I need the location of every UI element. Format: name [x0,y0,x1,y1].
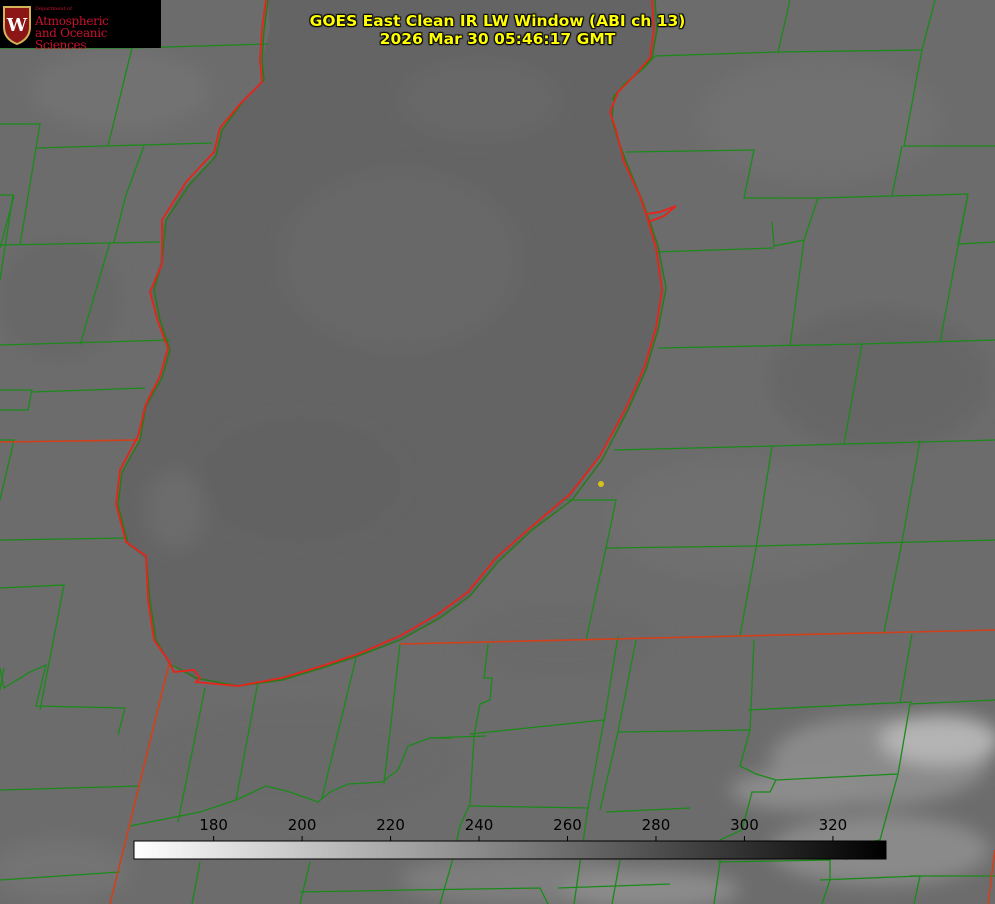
colorbar-tick-label: 300 [730,816,759,834]
aos-logo: W Department of Atmospheric and Oceanic … [0,0,161,52]
uw-seal-icon: W [3,6,31,45]
svg-text:W: W [6,15,28,36]
satellite-image-viewer: 180 200 220 240 260 280 300 320 W Department of… [0,0,995,904]
colorbar-tick-label: 280 [642,816,671,834]
colorbar-tick-label: 200 [288,816,317,834]
logo-department: Department of [35,6,72,12]
colorbar-gradient [133,840,887,860]
logo-line-2: and Oceanic Sciences [35,26,108,52]
colorbar-tick-label: 220 [376,816,405,834]
logo-text: Department of Atmospheric and Oceanic Sc… [35,6,161,52]
colorbar-tick-label: 180 [199,816,228,834]
colorbar-tick-label: 320 [819,816,848,834]
colorbar-tick-label: 260 [553,816,582,834]
location-marker [598,481,604,487]
satellite-map: 180 200 220 240 260 280 300 320 [0,0,995,904]
colorbar-tick-label: 240 [465,816,494,834]
